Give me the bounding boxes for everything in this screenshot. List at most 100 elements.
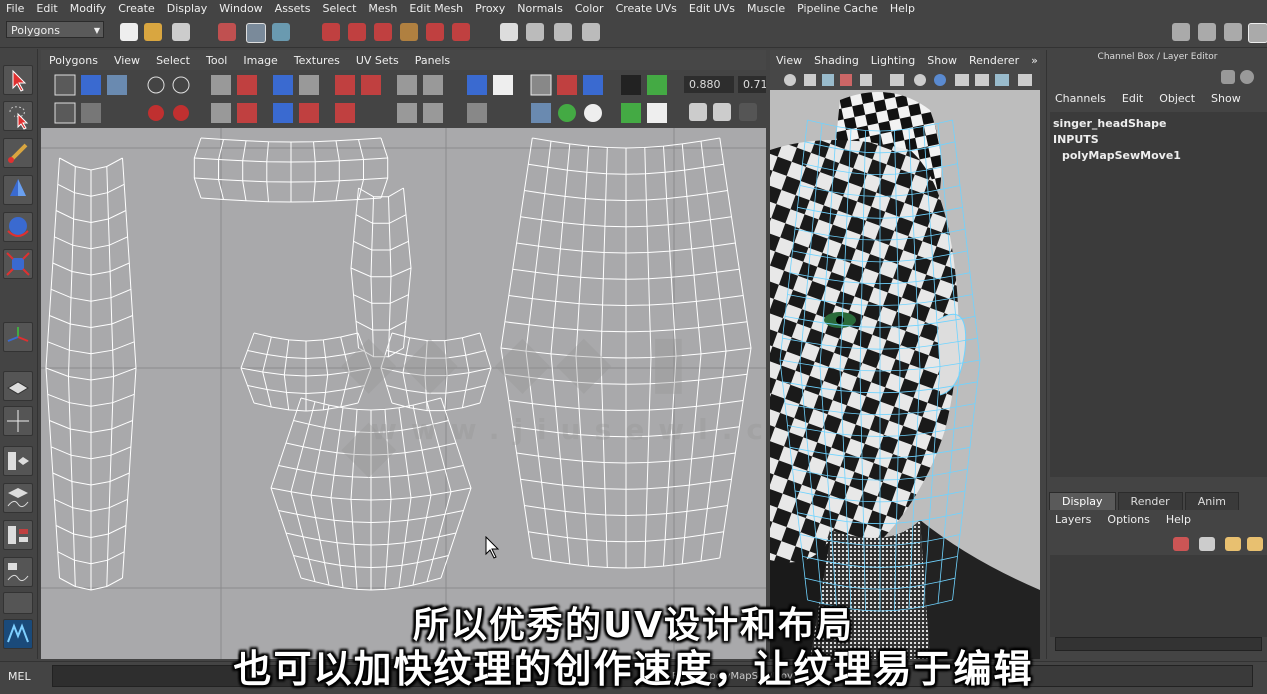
cb-menu-edit[interactable]: Edit (1114, 92, 1151, 105)
uv-menu-textures[interactable]: Textures (286, 54, 348, 67)
uv-unfold-icon[interactable] (211, 103, 231, 123)
menu-edit[interactable]: Edit (30, 2, 63, 15)
uv-checker-icon[interactable] (493, 75, 513, 95)
graph-editor-layout-icon[interactable] (3, 557, 33, 587)
attribute-editor-icon[interactable] (1172, 23, 1190, 41)
hypershade-layout-icon[interactable] (3, 520, 33, 550)
uv-menu-polygons[interactable]: Polygons (41, 54, 106, 67)
uv-split-icon[interactable] (237, 75, 257, 95)
single-perspective-layout-icon[interactable] (3, 371, 33, 401)
move-tool-icon[interactable] (3, 175, 33, 205)
new-layer-selected-icon[interactable] (1199, 537, 1215, 551)
smooth-shade-icon[interactable] (914, 74, 926, 86)
manipulator-tool-icon[interactable] (3, 322, 33, 352)
vp-menu-show[interactable]: Show (921, 54, 963, 67)
uv-menu-image[interactable]: Image (235, 54, 285, 67)
uv-menu-select[interactable]: Select (148, 54, 198, 67)
uv-select-shell-icon[interactable] (335, 75, 355, 95)
uv-align-icon[interactable] (273, 75, 293, 95)
select-tool-icon[interactable] (3, 65, 33, 95)
menu-muscle[interactable]: Muscle (741, 2, 791, 15)
uv-menu-panels[interactable]: Panels (407, 54, 458, 67)
menu-color[interactable]: Color (569, 2, 610, 15)
menu-pipeline-cache[interactable]: Pipeline Cache (791, 2, 884, 15)
uv-shade-icon[interactable] (583, 75, 603, 95)
uv-copy-icon[interactable] (531, 103, 551, 123)
menu-edit-mesh[interactable]: Edit Mesh (403, 2, 469, 15)
menu-create[interactable]: Create (112, 2, 161, 15)
paint-select-tool-icon[interactable] (3, 138, 33, 168)
uv-alpha-channel-icon[interactable] (584, 104, 602, 122)
vp-menu-renderer[interactable]: Renderer (963, 54, 1025, 67)
uv-cut-icon[interactable] (54, 102, 76, 124)
open-scene-icon[interactable] (144, 23, 162, 41)
uv-texture-checker-icon[interactable] (647, 103, 667, 123)
new-scene-icon[interactable] (120, 23, 138, 41)
uv-snap-icon[interactable] (299, 75, 319, 95)
wire-on-shaded-icon[interactable] (934, 74, 946, 86)
layer-menu-help[interactable]: Help (1158, 513, 1199, 526)
uv-rgb-channels-icon[interactable] (558, 104, 576, 122)
uv-isolate-clear-icon[interactable] (423, 103, 443, 123)
layer-menu-options[interactable]: Options (1099, 513, 1157, 526)
rotate-tool-icon[interactable] (3, 212, 33, 242)
use-lights-icon[interactable] (975, 74, 989, 86)
menu-mesh[interactable]: Mesh (362, 2, 403, 15)
vp-menu-lighting[interactable]: Lighting (865, 54, 921, 67)
uv-rotate-ccw-icon[interactable] (148, 105, 164, 121)
outliner-icon[interactable] (1224, 23, 1242, 41)
shadows-icon[interactable] (995, 74, 1009, 86)
menu-window[interactable]: Window (213, 2, 268, 15)
uv-isolate-add-icon[interactable] (423, 75, 443, 95)
uv-menu-tool[interactable]: Tool (198, 54, 235, 67)
uv-dim-image-icon[interactable] (467, 103, 487, 123)
uv-coord-u-field[interactable]: 0.880 (684, 76, 734, 93)
vp-menu-shading[interactable]: Shading (808, 54, 865, 67)
select-component-icon[interactable] (272, 23, 290, 41)
snap-curve-icon[interactable] (348, 23, 366, 41)
uv-paste-options-icon[interactable] (739, 103, 757, 121)
wireframe-icon[interactable] (890, 74, 904, 86)
uv-rotate-cw-icon[interactable] (173, 105, 189, 121)
lasso-tool-icon[interactable] (3, 101, 33, 131)
uv-layout-icon[interactable] (273, 103, 293, 123)
vp-menu-view[interactable]: View (770, 54, 808, 67)
snap-point-icon[interactable] (374, 23, 392, 41)
render-settings-icon[interactable] (582, 23, 600, 41)
uv-rotate-icon[interactable] (81, 75, 101, 95)
persp-graph-layout-icon[interactable] (3, 483, 33, 513)
menu-set-dropdown[interactable]: Polygons ▼ (6, 21, 104, 38)
snap-grid-icon[interactable] (322, 23, 340, 41)
tab-anim[interactable]: Anim (1184, 492, 1239, 510)
uv-bake-icon[interactable] (621, 103, 641, 123)
menu-proxy[interactable]: Proxy (469, 2, 511, 15)
menu-select[interactable]: Select (316, 2, 362, 15)
vp-menu-expand-icon[interactable]: » (1025, 54, 1040, 67)
xray-icon[interactable] (1018, 74, 1032, 86)
layer-menu-layers[interactable]: Layers (1047, 513, 1099, 526)
camera-attributes-icon[interactable] (804, 74, 816, 86)
uv-menu-view[interactable]: View (106, 54, 148, 67)
uv-pixel-snap-icon[interactable] (557, 75, 577, 95)
menu-modify[interactable]: Modify (64, 2, 112, 15)
uv-relax-icon[interactable] (299, 103, 319, 123)
uv-select-border-icon[interactable] (361, 75, 381, 95)
magnet-icon[interactable] (452, 23, 470, 41)
uv-display-grid-icon[interactable] (530, 74, 552, 96)
move-layer-down-icon[interactable] (1247, 537, 1263, 551)
channel-box-sort-icon[interactable] (1221, 70, 1235, 84)
save-scene-icon[interactable] (172, 23, 190, 41)
select-object-icon[interactable] (246, 23, 266, 43)
move-layer-up-icon[interactable] (1225, 537, 1241, 551)
uv-isolate-icon[interactable] (397, 75, 417, 95)
snap-view-plane-icon[interactable] (400, 23, 418, 41)
uv-straighten-icon[interactable] (237, 103, 257, 123)
uv-select-face-icon[interactable] (335, 103, 355, 123)
tool-settings-icon[interactable] (1198, 23, 1216, 41)
cb-menu-object[interactable]: Object (1151, 92, 1203, 105)
uv-isolate-remove-icon[interactable] (397, 103, 417, 123)
ipr-render-icon[interactable] (554, 23, 572, 41)
scale-tool-icon[interactable] (3, 249, 33, 279)
uv-copy-values-icon[interactable] (689, 103, 707, 121)
tab-display[interactable]: Display (1049, 492, 1116, 510)
